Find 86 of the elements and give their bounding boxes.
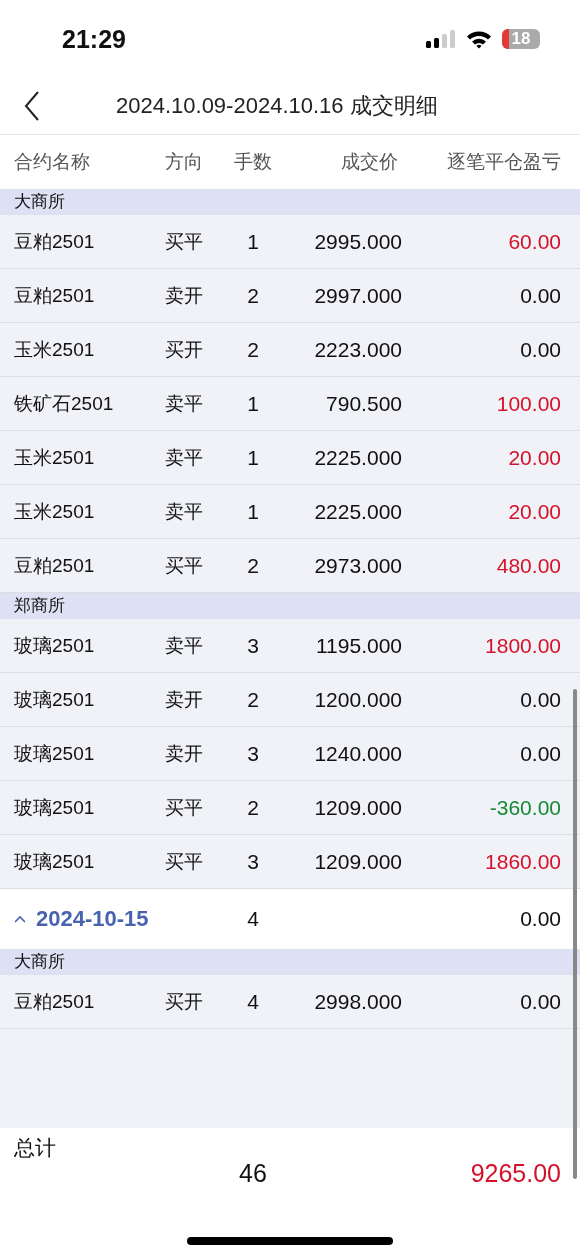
column-header: 合约名称 [14, 150, 91, 174]
price-cell-text: 2995.000 [313, 229, 402, 254]
total-lots: 46 [238, 1159, 268, 1189]
direction-cell-text: 买平 [165, 229, 204, 254]
lots-cell-text: 2 [246, 283, 260, 308]
pnl-cell-text: 0.00 [519, 687, 561, 712]
column-header: 逐笔平仓盈亏 [446, 150, 561, 174]
pnl-cell-text: 1800.00 [484, 633, 561, 658]
price-cell-text: 790.500 [325, 391, 402, 416]
direction-cell-text: 买开 [165, 989, 204, 1014]
direction-cell-text: 买平 [165, 795, 204, 820]
lots-cell-text: 1 [246, 499, 260, 524]
lots-cell-text: 3 [246, 849, 260, 874]
contract-name: 豆粕2501 [14, 553, 96, 578]
total-label: 总计 [14, 1135, 57, 1161]
contract-name: 豆粕2501 [14, 283, 96, 308]
signal-icon [426, 30, 456, 48]
exchange-header: 郑商所 [0, 593, 580, 619]
lots-cell-text: 1 [246, 391, 260, 416]
contract-name: 玉米2501 [14, 445, 96, 470]
pnl-cell-text: 100.00 [495, 391, 561, 416]
direction-cell-text: 卖平 [165, 499, 204, 524]
direction-cell-text: 卖开 [165, 741, 204, 766]
lots-cell-text: 2 [246, 795, 260, 820]
lots-cell-text: 1 [246, 229, 260, 254]
pnl-cell-text: 0.00 [519, 741, 561, 766]
lots-cell-text: 2 [246, 337, 260, 362]
price-cell-text: 1209.000 [313, 849, 402, 874]
lots-cell-text: 4 [246, 989, 260, 1014]
exchange-header: 大商所 [0, 189, 580, 215]
direction-cell-text: 买开 [165, 337, 204, 362]
column-header: 手数 [233, 150, 273, 174]
direction-cell-text: 买平 [165, 553, 204, 578]
price-cell-text: 1195.000 [314, 633, 402, 658]
caret-icon[interactable] [14, 915, 26, 923]
page-title: 2024.10.09-2024.10.16 成交明细 [116, 92, 438, 120]
contract-name: 玉米2501 [14, 337, 96, 362]
clock: 21:29 [62, 24, 126, 54]
column-header: 方向 [165, 150, 204, 174]
price-cell-text: 2225.000 [313, 499, 402, 524]
lots-cell-text: 3 [246, 633, 260, 658]
price-cell-text: 1209.000 [313, 795, 402, 820]
contract-name: 豆粕2501 [14, 229, 96, 254]
contract-name: 玻璃2501 [14, 687, 96, 712]
direction-cell-text: 卖平 [165, 445, 204, 470]
pnl-cell-text: 0.00 [519, 283, 561, 308]
exchange-header: 大商所 [0, 949, 580, 975]
pnl-cell-text: 20.00 [507, 499, 561, 524]
pnl-cell-text: 1860.00 [484, 849, 561, 874]
direction-cell-text: 卖开 [165, 687, 204, 712]
contract-name: 玻璃2501 [14, 633, 96, 658]
lots-cell-text: 3 [246, 741, 260, 766]
lots-cell-text: 2 [246, 553, 260, 578]
battery-indicator: 18 [502, 29, 540, 49]
direction-cell-text: 买平 [165, 849, 204, 874]
contract-name: 玉米2501 [14, 499, 96, 524]
lots-cell-text: 1 [246, 445, 260, 470]
pnl-cell-text: 0.00 [519, 989, 561, 1014]
pnl-cell-text: 20.00 [507, 445, 561, 470]
contract-name: 豆粕2501 [14, 989, 96, 1014]
price-cell-text: 2973.000 [313, 553, 402, 578]
pnl-cell-text: -360.00 [488, 795, 561, 820]
lots-cell-text: 2 [246, 687, 260, 712]
back-icon[interactable] [24, 91, 40, 121]
contract-name: 玻璃2501 [14, 795, 96, 820]
contract-name: 铁矿石2501 [14, 391, 115, 416]
pnl-cell-text: 480.00 [495, 553, 561, 578]
direction-cell-text: 卖平 [165, 633, 204, 658]
price-cell-text: 2223.000 [313, 337, 402, 362]
pnl-cell-text: 0.00 [519, 337, 561, 362]
contract-name: 玻璃2501 [14, 849, 96, 874]
total-pnl: 9265.00 [469, 1159, 561, 1189]
date-group-label[interactable]: 2024-10-15 [36, 906, 149, 932]
wifi-icon [466, 29, 492, 49]
contract-name: 玻璃2501 [14, 741, 96, 766]
pnl-cell-text: 60.00 [507, 229, 561, 254]
price-cell-text: 2225.000 [313, 445, 402, 470]
price-cell-text: 1240.000 [313, 741, 402, 766]
pnl-cell-text: 0.00 [519, 907, 561, 931]
direction-cell-text: 卖开 [165, 283, 204, 308]
direction-cell-text: 卖平 [165, 391, 204, 416]
price-cell-text: 2998.000 [313, 989, 402, 1014]
column-header: 成交价 [340, 150, 399, 174]
lots-cell-text: 4 [246, 907, 260, 931]
price-cell-text: 2997.000 [313, 283, 402, 308]
price-cell-text: 1200.000 [313, 687, 402, 712]
